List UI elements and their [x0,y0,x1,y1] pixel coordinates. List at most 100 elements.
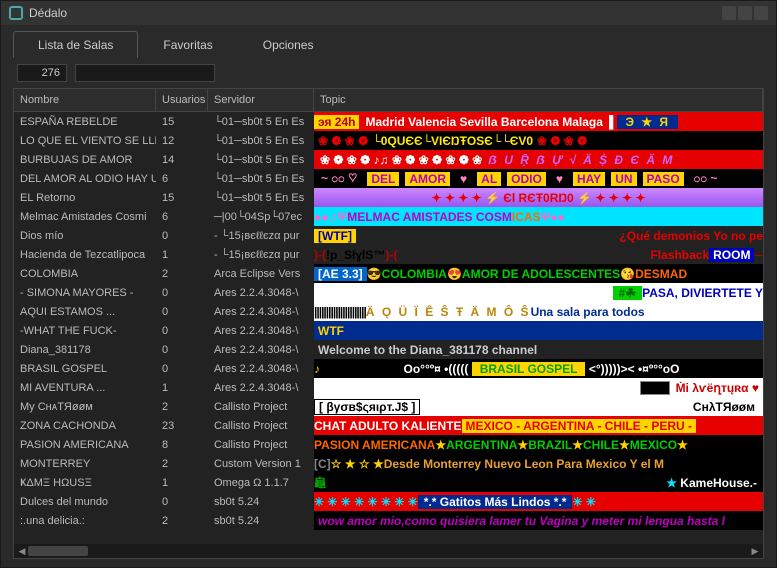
table-row[interactable]: DEL AMOR AL ODIO HAY U6└01─sb0t 5 En Es~… [14,169,763,188]
table-row[interactable]: LO QUE EL VIENTO SE LLE12└01─sb0t 5 En E… [14,131,763,150]
cell-servidor: └01─sb0t 5 En Es [208,112,314,131]
cell-servidor: └01─sb0t 5 En Es [208,188,314,207]
titlebar[interactable]: Dédalo [1,1,776,25]
table-row[interactable]: ZONA CACHONDA23Callisto Project CHAT ADU… [14,416,763,435]
table-row[interactable]: MI AVENTURA ...1Ares 2.2.4.3048-\Ṁi λѵёղ… [14,378,763,397]
table-row[interactable]: EL Retorno15└01─sb0t 5 En Es✦ ✦ ✦ ✦ ⚡ Єl… [14,188,763,207]
cell-servidor: └01─sb0t 5 En Es [208,150,314,169]
col-usuarios[interactable]: Usuarios [156,89,208,111]
cell-nombre: ESPAÑA REBELDE [14,112,156,131]
table-row[interactable]: Hacienda de Tezcatlipoca1- └15¡вєℓℓєzα p… [14,245,763,264]
table-row[interactable]: Dios mío0- └15¡вєℓℓєzα pur[WTF]¿Qué demo… [14,226,763,245]
cell-servidor: Ares 2.2.4.3048-\ [208,302,314,321]
cell-nombre: PASION AMERICANA [14,435,156,454]
table-row[interactable]: ESPAÑA REBELDE15└01─sb0t 5 En Esэя 24hMa… [14,112,763,131]
table-row[interactable]: PASION AMERICANA8Callisto Project PASION… [14,435,763,454]
col-nombre[interactable]: Nombre [14,89,156,111]
cell-nombre: EL Retorno [14,188,156,207]
table-row[interactable]: Dulces del mundo0sb0t 5.24✳ ✳ ✳ ✳ ✳ ✳ ✳ … [14,492,763,511]
cell-usuarios: 1 [156,473,208,492]
cell-servidor: Arca Eclipse Vers [208,264,314,283]
cell-servidor: Ares 2.2.4.3048-\ [208,321,314,340]
table-row[interactable]: BRASIL GOSPEL0Ares 2.2.4.3048-\♪Oo°°º¤ •… [14,359,763,378]
cell-usuarios: 8 [156,435,208,454]
cell-servidor: Custom Version 1 [208,454,314,473]
cell-servidor: Omega Ω 1.1.7 [208,473,314,492]
app-window: Dédalo Lista de Salas Favoritas Opciones… [0,0,777,568]
cell-usuarios: 2 [156,454,208,473]
cell-servidor: ─|00└04Sp└07ec [208,207,314,226]
cell-nombre: BURBUJAS DE AMOR [14,150,156,169]
cell-servidor: Callisto Project [208,416,314,435]
cell-nombre: LO QUE EL VIENTO SE LLE [14,131,156,150]
cell-usuarios: 0 [156,321,208,340]
table-row[interactable]: - SIMONA MAYORES -0Ares 2.2.4.3048-\#☘ P… [14,283,763,302]
cell-nombre: Diana_381178 [14,340,156,359]
table-row[interactable]: Diana_3811780Ares 2.2.4.3048-\Welcome to… [14,340,763,359]
cell-usuarios: 0 [156,226,208,245]
cell-nombre: COLOMBIA [14,264,156,283]
controls-row [1,58,776,88]
cell-usuarios: 0 [156,359,208,378]
cell-usuarios: 6 [156,169,208,188]
scroll-thumb[interactable] [28,546,88,556]
tab-lista-salas[interactable]: Lista de Salas [13,31,138,58]
cell-servidor: - └15¡вєℓℓєzα pur [208,226,314,245]
tab-favoritas[interactable]: Favoritas [138,31,237,58]
table-row[interactable]: COLOMBIA2Arca Eclipse Vers[AE 3.3] 😎 COL… [14,264,763,283]
table-row[interactable]: -WHAT THE FUCK-0Ares 2.2.4.3048-\WTF [14,321,763,340]
table-row[interactable]: :.una delicia.:2sb0t 5.24wow amor mio,co… [14,511,763,530]
cell-usuarios: 0 [156,492,208,511]
cell-nombre: My CʜᴀTЯøøм [14,397,156,416]
window-title: Dédalo [29,6,67,20]
table-body[interactable]: ESPAÑA REBELDE15└01─sb0t 5 En Esэя 24hMa… [14,112,763,544]
close-button[interactable] [754,6,768,20]
table-row[interactable]: Melmac Amistades Cosmi6─|00└04Sp└07ec●●♫… [14,207,763,226]
cell-servidor: Ares 2.2.4.3048-\ [208,340,314,359]
table-row[interactable]: BURBUJAS DE AMOR14└01─sb0t 5 En Es❀ ❁ ❀ … [14,150,763,169]
col-servidor[interactable]: Servidor [208,89,314,111]
cell-nombre: -WHAT THE FUCK- [14,321,156,340]
table-row[interactable]: AQUI ESTAMOS ...0Ares 2.2.4.3048-\||||||… [14,302,763,321]
maximize-button[interactable] [738,6,752,20]
col-topic[interactable]: Topic [314,89,763,111]
cell-nombre: DEL AMOR AL ODIO HAY U [14,169,156,188]
app-icon [9,6,23,20]
search-input[interactable] [75,64,215,82]
tab-bar: Lista de Salas Favoritas Opciones [1,25,776,58]
cell-nombre: MONTERREY [14,454,156,473]
scroll-left-icon[interactable]: ◀ [16,545,28,557]
cell-usuarios: 2 [156,397,208,416]
cell-nombre: :.una delicia.: [14,511,156,530]
count-input[interactable] [17,64,67,82]
table-header: Nombre Usuarios Servidor Topic [14,89,763,112]
cell-usuarios: 15 [156,188,208,207]
table-row[interactable]: My CʜᴀTЯøøм2Callisto Project[ βγσв$ςяιρт… [14,397,763,416]
cell-servidor: sb0t 5.24 [208,492,314,511]
cell-usuarios: 0 [156,283,208,302]
table-row[interactable]: MONTERREY2Custom Version 1[C] ☆ ★ ☆ ★ De… [14,454,763,473]
cell-usuarios: 23 [156,416,208,435]
cell-servidor: Ares 2.2.4.3048-\ [208,283,314,302]
cell-servidor: └01─sb0t 5 En Es [208,131,314,150]
cell-usuarios: 0 [156,340,208,359]
cell-nombre: AQUI ESTAMOS ... [14,302,156,321]
cell-nombre: Hacienda de Tezcatlipoca [14,245,156,264]
cell-nombre: - SIMONA MAYORES - [14,283,156,302]
tab-opciones[interactable]: Opciones [238,31,339,58]
cell-servidor: Ares 2.2.4.3048-\ [208,378,314,397]
cell-nombre: ҜΔMΞ HΩUSΞ [14,473,156,492]
cell-servidor: - └15¡вєℓℓєzα pur [208,245,314,264]
cell-usuarios: 1 [156,378,208,397]
cell-nombre: ZONA CACHONDA [14,416,156,435]
cell-usuarios: 14 [156,150,208,169]
cell-nombre: BRASIL GOSPEL [14,359,156,378]
cell-usuarios: 0 [156,302,208,321]
minimize-button[interactable] [722,6,736,20]
cell-nombre: MI AVENTURA ... [14,378,156,397]
scroll-right-icon[interactable]: ▶ [749,545,761,557]
horizontal-scrollbar[interactable]: ◀ ▶ [14,544,763,558]
table-row[interactable]: ҜΔMΞ HΩUSΞ1Omega Ω 1.1.7龜★ KameHouse.- [14,473,763,492]
cell-servidor: Callisto Project [208,397,314,416]
cell-servidor: sb0t 5.24 [208,511,314,530]
